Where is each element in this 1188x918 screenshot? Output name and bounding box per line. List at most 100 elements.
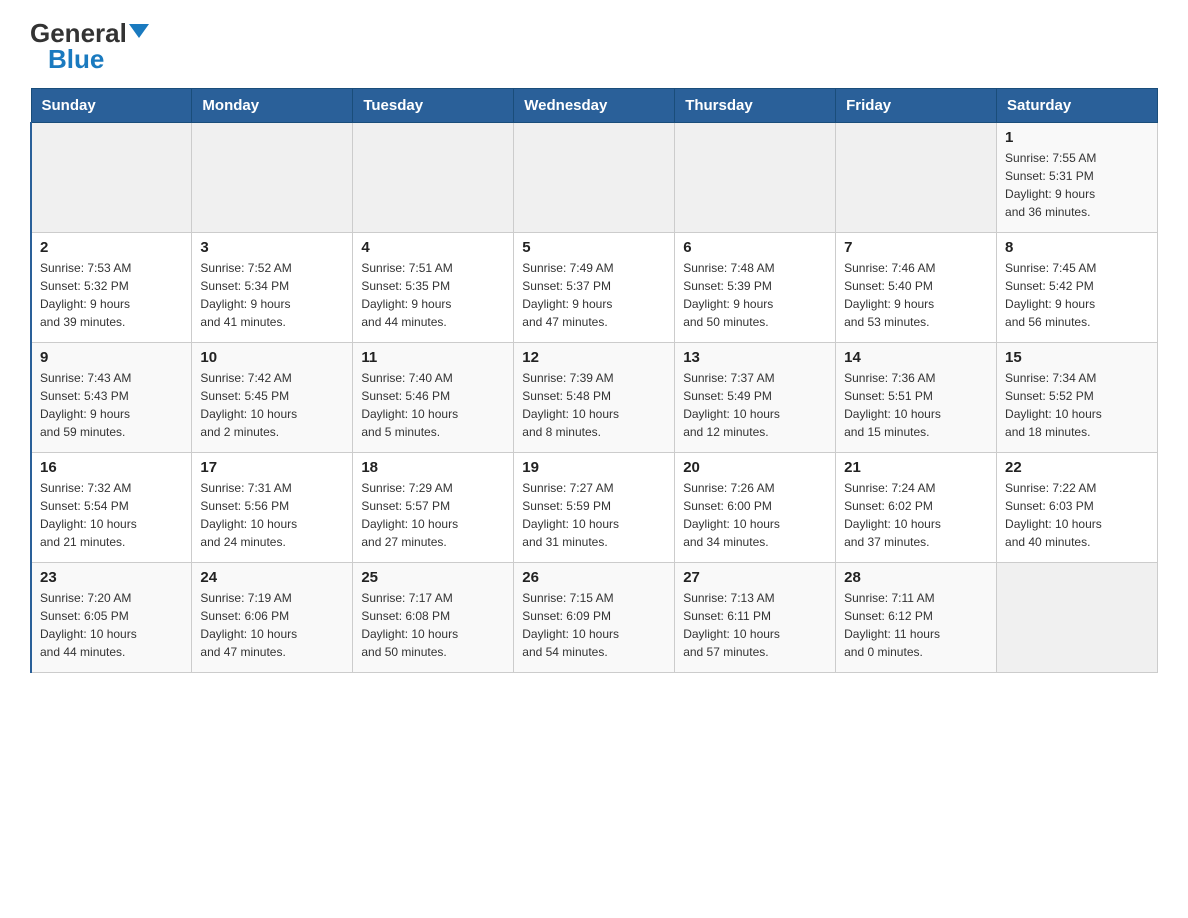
day-number: 5	[522, 239, 666, 256]
day-number: 19	[522, 459, 666, 476]
table-row: 22 Sunrise: 7:22 AMSunset: 6:03 PMDayligh…	[997, 453, 1158, 563]
col-wednesday: Wednesday	[514, 89, 675, 123]
day-number: 8	[1005, 239, 1149, 256]
day-number: 22	[1005, 459, 1149, 476]
table-row: 1Sunrise: 7:55 AMSunset: 5:31 PMDaylight…	[997, 123, 1158, 233]
day-number: 27	[683, 569, 827, 586]
table-row: 27 Sunrise: 7:13 AMSunset: 6:11 PMDayligh…	[675, 563, 836, 673]
table-row: 9Sunrise: 7:43 AMSunset: 5:43 PMDaylight…	[31, 343, 192, 453]
table-row: 7Sunrise: 7:46 AMSunset: 5:40 PMDaylight…	[836, 233, 997, 343]
table-row	[514, 123, 675, 233]
col-monday: Monday	[192, 89, 353, 123]
day-info: Sunrise: 7:19 AMSunset: 6:06 PMDaylight:…	[200, 589, 344, 661]
calendar-week-row: 2 Sunrise: 7:53 AMSunset: 5:32 PMDaylight…	[31, 233, 1158, 343]
day-info: Sunrise: 7:17 AMSunset: 6:08 PMDaylight:…	[361, 589, 505, 661]
day-info: Sunrise: 7:26 AMSunset: 6:00 PMDaylight:…	[683, 479, 827, 551]
day-number: 11	[361, 349, 505, 366]
table-row: 2 Sunrise: 7:53 AMSunset: 5:32 PMDaylight…	[31, 233, 192, 343]
day-number: 2	[40, 239, 183, 256]
col-tuesday: Tuesday	[353, 89, 514, 123]
table-row: 18 Sunrise: 7:29 AMSunset: 5:57 PMDayligh…	[353, 453, 514, 563]
day-info: Sunrise: 7:32 AMSunset: 5:54 PMDaylight:…	[40, 479, 183, 551]
table-row	[31, 123, 192, 233]
table-row	[997, 563, 1158, 673]
day-info: Sunrise: 7:39 AMSunset: 5:48 PMDaylight:…	[522, 369, 666, 441]
day-number: 15	[1005, 349, 1149, 366]
calendar-week-row: 16 Sunrise: 7:32 AMSunset: 5:54 PMDayligh…	[31, 453, 1158, 563]
day-number: 24	[200, 569, 344, 586]
calendar-header-row: Sunday Monday Tuesday Wednesday Thursday…	[31, 89, 1158, 123]
table-row: 21Sunrise: 7:24 AMSunset: 6:02 PMDayligh…	[836, 453, 997, 563]
table-row: 24 Sunrise: 7:19 AMSunset: 6:06 PMDayligh…	[192, 563, 353, 673]
table-row: 19 Sunrise: 7:27 AMSunset: 5:59 PMDayligh…	[514, 453, 675, 563]
col-saturday: Saturday	[997, 89, 1158, 123]
logo: General Blue	[30, 20, 149, 72]
day-number: 23	[40, 569, 183, 586]
table-row	[353, 123, 514, 233]
table-row	[675, 123, 836, 233]
table-row: 5 Sunrise: 7:49 AMSunset: 5:37 PMDaylight…	[514, 233, 675, 343]
logo-general-text: General	[30, 20, 127, 46]
table-row	[192, 123, 353, 233]
table-row: 11 Sunrise: 7:40 AMSunset: 5:46 PMDayligh…	[353, 343, 514, 453]
day-number: 13	[683, 349, 827, 366]
table-row	[836, 123, 997, 233]
day-info: Sunrise: 7:29 AMSunset: 5:57 PMDaylight:…	[361, 479, 505, 551]
table-row: 17 Sunrise: 7:31 AMSunset: 5:56 PMDayligh…	[192, 453, 353, 563]
table-row: 23 Sunrise: 7:20 AMSunset: 6:05 PMDayligh…	[31, 563, 192, 673]
table-row: 28Sunrise: 7:11 AMSunset: 6:12 PMDayligh…	[836, 563, 997, 673]
day-number: 4	[361, 239, 505, 256]
day-info: Sunrise: 7:15 AMSunset: 6:09 PMDaylight:…	[522, 589, 666, 661]
day-number: 12	[522, 349, 666, 366]
day-number: 16	[40, 459, 183, 476]
table-row: 20 Sunrise: 7:26 AMSunset: 6:00 PMDayligh…	[675, 453, 836, 563]
calendar-week-row: 23 Sunrise: 7:20 AMSunset: 6:05 PMDayligh…	[31, 563, 1158, 673]
table-row: 10 Sunrise: 7:42 AMSunset: 5:45 PMDayligh…	[192, 343, 353, 453]
col-sunday: Sunday	[31, 89, 192, 123]
table-row: 25 Sunrise: 7:17 AMSunset: 6:08 PMDayligh…	[353, 563, 514, 673]
day-number: 7	[844, 239, 988, 256]
logo-arrow-icon	[129, 24, 149, 38]
day-info: Sunrise: 7:20 AMSunset: 6:05 PMDaylight:…	[40, 589, 183, 661]
page-header: General Blue	[30, 20, 1158, 72]
table-row: 6 Sunrise: 7:48 AMSunset: 5:39 PMDaylight…	[675, 233, 836, 343]
table-row: 13 Sunrise: 7:37 AMSunset: 5:49 PMDayligh…	[675, 343, 836, 453]
calendar-week-row: 1Sunrise: 7:55 AMSunset: 5:31 PMDaylight…	[31, 123, 1158, 233]
day-info: Sunrise: 7:48 AMSunset: 5:39 PMDaylight:…	[683, 259, 827, 331]
table-row: 15 Sunrise: 7:34 AMSunset: 5:52 PMDayligh…	[997, 343, 1158, 453]
day-number: 1	[1005, 129, 1149, 146]
day-number: 17	[200, 459, 344, 476]
day-info: Sunrise: 7:43 AMSunset: 5:43 PMDaylight:…	[40, 369, 183, 441]
day-info: Sunrise: 7:45 AMSunset: 5:42 PMDaylight:…	[1005, 259, 1149, 331]
table-row: 8 Sunrise: 7:45 AMSunset: 5:42 PMDaylight…	[997, 233, 1158, 343]
day-info: Sunrise: 7:22 AMSunset: 6:03 PMDaylight:…	[1005, 479, 1149, 551]
day-info: Sunrise: 7:13 AMSunset: 6:11 PMDaylight:…	[683, 589, 827, 661]
table-row: 12 Sunrise: 7:39 AMSunset: 5:48 PMDayligh…	[514, 343, 675, 453]
table-row: 16 Sunrise: 7:32 AMSunset: 5:54 PMDayligh…	[31, 453, 192, 563]
day-number: 10	[200, 349, 344, 366]
table-row: 14Sunrise: 7:36 AMSunset: 5:51 PMDayligh…	[836, 343, 997, 453]
table-row: 3 Sunrise: 7:52 AMSunset: 5:34 PMDaylight…	[192, 233, 353, 343]
day-number: 18	[361, 459, 505, 476]
day-info: Sunrise: 7:53 AMSunset: 5:32 PMDaylight:…	[40, 259, 183, 331]
day-number: 26	[522, 569, 666, 586]
day-info: Sunrise: 7:40 AMSunset: 5:46 PMDaylight:…	[361, 369, 505, 441]
day-info: Sunrise: 7:52 AMSunset: 5:34 PMDaylight:…	[200, 259, 344, 331]
day-number: 20	[683, 459, 827, 476]
day-info: Sunrise: 7:51 AMSunset: 5:35 PMDaylight:…	[361, 259, 505, 331]
day-info: Sunrise: 7:37 AMSunset: 5:49 PMDaylight:…	[683, 369, 827, 441]
day-info: Sunrise: 7:36 AMSunset: 5:51 PMDaylight:…	[844, 369, 988, 441]
col-thursday: Thursday	[675, 89, 836, 123]
day-number: 6	[683, 239, 827, 256]
day-info: Sunrise: 7:31 AMSunset: 5:56 PMDaylight:…	[200, 479, 344, 551]
day-info: Sunrise: 7:34 AMSunset: 5:52 PMDaylight:…	[1005, 369, 1149, 441]
day-number: 28	[844, 569, 988, 586]
day-info: Sunrise: 7:49 AMSunset: 5:37 PMDaylight:…	[522, 259, 666, 331]
day-info: Sunrise: 7:42 AMSunset: 5:45 PMDaylight:…	[200, 369, 344, 441]
day-number: 25	[361, 569, 505, 586]
col-friday: Friday	[836, 89, 997, 123]
day-number: 3	[200, 239, 344, 256]
table-row: 4 Sunrise: 7:51 AMSunset: 5:35 PMDaylight…	[353, 233, 514, 343]
day-number: 21	[844, 459, 988, 476]
day-info: Sunrise: 7:27 AMSunset: 5:59 PMDaylight:…	[522, 479, 666, 551]
